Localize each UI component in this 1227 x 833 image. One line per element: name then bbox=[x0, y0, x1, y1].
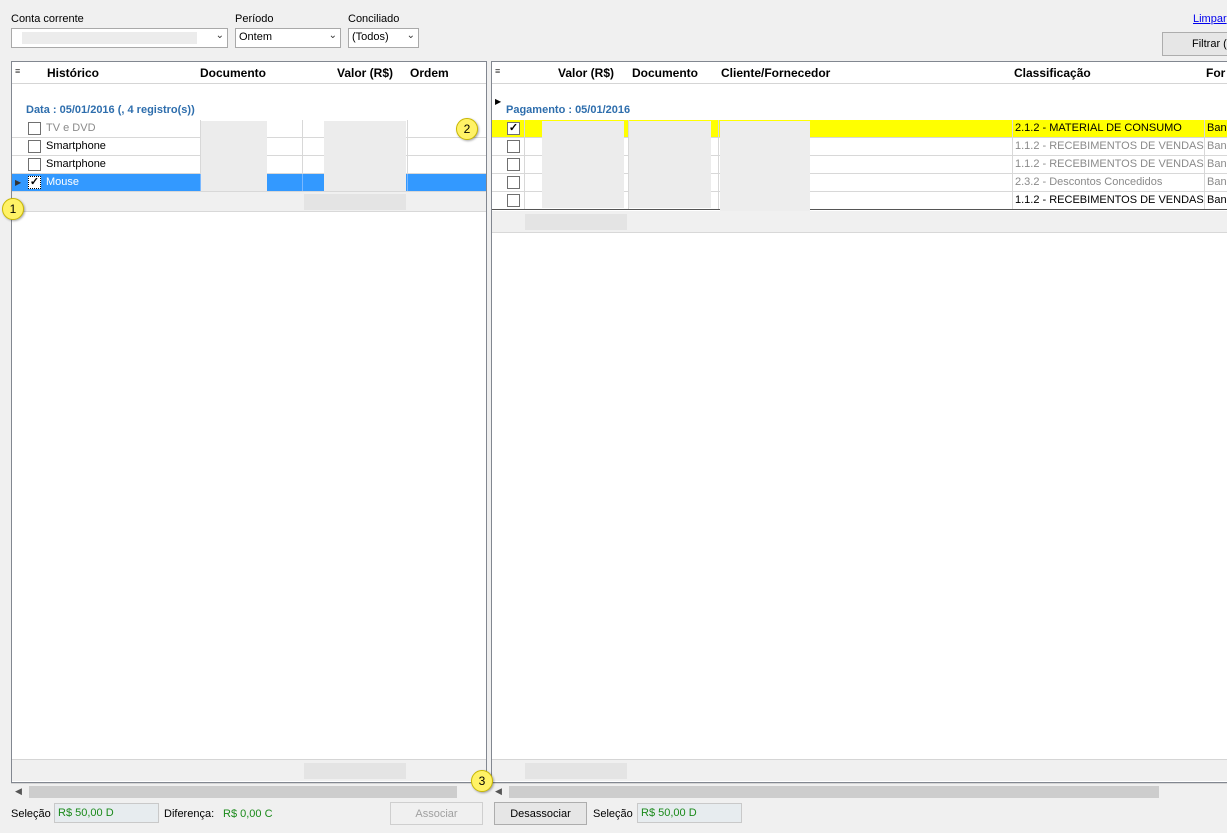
classificacao-cell: 1.1.2 - RECEBIMENTOS DE VENDAS bbox=[1012, 138, 1204, 155]
clear-link[interactable]: Limpar bbox=[1193, 13, 1227, 25]
period-value: Ontem bbox=[239, 31, 273, 43]
chevron-down-icon: ⌄ bbox=[406, 30, 415, 41]
row-checkbox[interactable] bbox=[28, 122, 41, 135]
row-checkbox[interactable] bbox=[507, 176, 520, 189]
group-summary-redacted bbox=[304, 194, 406, 210]
left-selection-label: Seleção bbox=[11, 808, 51, 820]
row-checkbox[interactable] bbox=[507, 194, 520, 207]
difference-value: R$ 0,00 C bbox=[223, 808, 273, 820]
right-selection-total: R$ 50,00 D bbox=[637, 803, 742, 823]
scroll-thumb[interactable] bbox=[509, 786, 1159, 798]
right-group-header[interactable]: Pagamento : 05/01/2016 bbox=[506, 104, 630, 116]
filter-button[interactable]: Filtrar ( bbox=[1162, 32, 1227, 56]
cliente-redacted bbox=[720, 121, 810, 211]
historico-cell: TV e DVD bbox=[46, 122, 96, 134]
forma-cell: Banc bbox=[1204, 138, 1227, 155]
total-redacted bbox=[304, 763, 406, 779]
disassociate-button[interactable]: Desassociar bbox=[494, 802, 587, 825]
reconciled-label: Conciliado bbox=[348, 13, 400, 25]
classificacao-cell: 2.1.2 - MATERIAL DE CONSUMO bbox=[1012, 120, 1204, 137]
chevron-down-icon: ⌄ bbox=[328, 30, 337, 41]
scroll-thumb[interactable] bbox=[29, 786, 457, 798]
right-selection-label: Seleção bbox=[593, 808, 633, 820]
row-indicator-icon: ▶ bbox=[15, 178, 22, 187]
row-checkbox-checked[interactable]: ✓ bbox=[28, 176, 41, 189]
col-documento[interactable]: Documento bbox=[632, 66, 698, 80]
documento-redacted bbox=[629, 121, 711, 208]
left-selection-total: R$ 50,00 D bbox=[54, 803, 159, 823]
column-chooser-icon[interactable]: ≡ bbox=[15, 66, 20, 76]
row-checkbox[interactable] bbox=[507, 158, 520, 171]
scroll-left-icon[interactable]: ◀ bbox=[495, 786, 502, 797]
callout-badge-2: 2 bbox=[456, 118, 478, 140]
col-cliente-fornecedor[interactable]: Cliente/Fornecedor bbox=[721, 66, 830, 80]
payments-grid[interactable]: ≡ Valor (R$) Documento Cliente/Fornecedo… bbox=[491, 61, 1227, 783]
ordem-cell bbox=[407, 138, 486, 155]
classificacao-cell: 1.1.2 - RECEBIMENTOS DE VENDAS bbox=[1012, 192, 1204, 209]
left-grid-header: ≡ Histórico Documento Valor (R$) Ordem bbox=[12, 62, 486, 84]
reconciled-value: (Todos) bbox=[352, 31, 389, 43]
row-indicator-icon: ▶ bbox=[495, 97, 502, 106]
historico-cell: Smartphone bbox=[46, 140, 106, 152]
col-forma[interactable]: For bbox=[1206, 66, 1225, 80]
ordem-cell bbox=[407, 156, 486, 173]
left-group-header[interactable]: Data : 05/01/2016 (, 4 registro(s)) bbox=[26, 104, 195, 116]
col-valor[interactable]: Valor (R$) bbox=[337, 66, 393, 80]
col-ordem[interactable]: Ordem bbox=[410, 66, 449, 80]
historico-cell: Smartphone bbox=[46, 158, 106, 170]
account-select[interactable]: ⌄ bbox=[11, 28, 228, 48]
period-label: Período bbox=[235, 13, 274, 25]
difference-label: Diferença: bbox=[164, 808, 215, 820]
col-classificacao[interactable]: Classificação bbox=[1014, 66, 1091, 80]
valor-redacted bbox=[542, 121, 624, 208]
right-grid-header: ≡ Valor (R$) Documento Cliente/Fornecedo… bbox=[492, 62, 1227, 84]
forma-cell: Banc bbox=[1204, 120, 1227, 137]
scroll-left-icon[interactable]: ◀ bbox=[15, 786, 22, 797]
row-checkbox[interactable] bbox=[28, 158, 41, 171]
total-redacted bbox=[525, 763, 627, 779]
valor-redacted bbox=[324, 121, 406, 191]
classificacao-cell: 2.3.2 - Descontos Concedidos bbox=[1012, 174, 1204, 191]
group-summary-redacted bbox=[525, 214, 627, 230]
bank-statement-grid[interactable]: ≡ Histórico Documento Valor (R$) Ordem D… bbox=[11, 61, 487, 783]
row-checkbox[interactable] bbox=[28, 140, 41, 153]
col-documento[interactable]: Documento bbox=[200, 66, 266, 80]
col-valor[interactable]: Valor (R$) bbox=[558, 66, 614, 80]
associate-button[interactable]: Associar bbox=[390, 802, 483, 825]
callout-badge-1: 1 bbox=[2, 198, 24, 220]
col-historico[interactable]: Histórico bbox=[47, 66, 99, 80]
left-grid-summary bbox=[12, 759, 486, 781]
documento-redacted bbox=[201, 121, 267, 191]
period-select[interactable]: Ontem ⌄ bbox=[235, 28, 341, 48]
left-horizontal-scrollbar[interactable]: ◀ bbox=[11, 783, 487, 800]
row-checkbox[interactable] bbox=[507, 140, 520, 153]
account-label: Conta corrente bbox=[11, 13, 84, 25]
forma-cell: Banc bbox=[1204, 192, 1227, 209]
callout-badge-3: 3 bbox=[471, 770, 493, 792]
account-value-redacted bbox=[22, 32, 197, 44]
reconciled-select[interactable]: (Todos) ⌄ bbox=[348, 28, 419, 48]
row-checkbox-checked[interactable]: ✓ bbox=[507, 122, 520, 135]
historico-cell: Mouse bbox=[46, 176, 80, 188]
right-group-footer bbox=[492, 211, 1227, 233]
forma-cell: Banc bbox=[1204, 156, 1227, 173]
left-group-footer bbox=[12, 192, 486, 212]
right-horizontal-scrollbar[interactable]: ◀ bbox=[491, 783, 1227, 800]
forma-cell: Banc bbox=[1204, 174, 1227, 191]
ordem-cell bbox=[407, 174, 486, 191]
right-grid-summary bbox=[492, 759, 1227, 781]
chevron-down-icon: ⌄ bbox=[215, 30, 224, 41]
column-chooser-icon[interactable]: ≡ bbox=[495, 66, 500, 76]
classificacao-cell: 1.1.2 - RECEBIMENTOS DE VENDAS bbox=[1012, 156, 1204, 173]
